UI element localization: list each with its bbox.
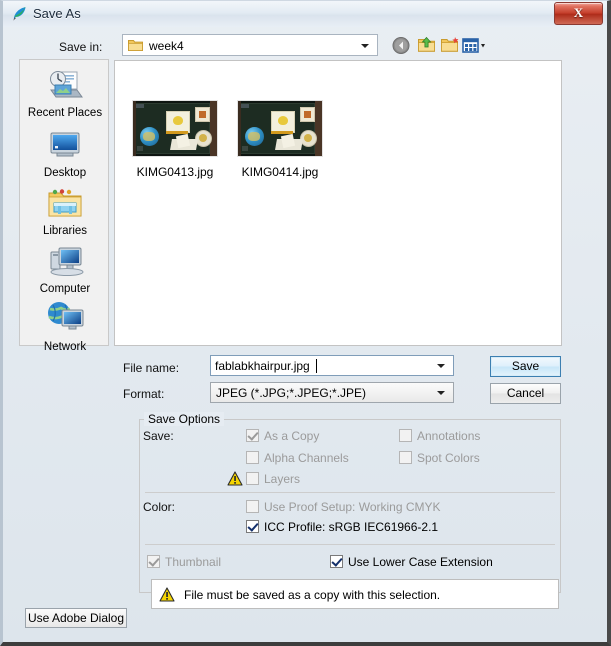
photo-thumbnail <box>237 100 323 157</box>
place-item-recent-places[interactable]: Recent Places <box>20 66 110 120</box>
checkbox-use-lower-case-extension[interactable]: Use Lower Case Extension <box>330 555 493 569</box>
checkbox-label: Thumbnail <box>165 555 222 569</box>
place-item-libraries[interactable]: Libraries <box>20 184 110 238</box>
back-button[interactable] <box>392 36 412 55</box>
photoshop-feather-icon <box>11 5 29 23</box>
use-adobe-dialog-button[interactable]: Use Adobe Dialog <box>25 608 127 628</box>
place-item-computer[interactable]: Computer <box>20 242 110 296</box>
save-button[interactable]: Save <box>490 356 561 377</box>
window-title: Save As <box>33 6 81 21</box>
checkbox-box[interactable] <box>147 555 160 568</box>
close-icon: X <box>573 5 584 20</box>
format-value: JPEG (*.JPG;*.JPEG;*.JPE) <box>216 386 367 400</box>
divider <box>145 544 555 545</box>
checkbox-alpha-channels[interactable]: Alpha Channels <box>246 451 349 465</box>
file-item[interactable]: KIMG0414.jpg <box>228 100 332 179</box>
checkbox-box[interactable] <box>246 429 259 442</box>
checkbox-label: Spot Colors <box>417 451 480 465</box>
save-in-value: week4 <box>149 39 184 53</box>
views-button[interactable] <box>462 36 492 55</box>
checkbox-annotations[interactable]: Annotations <box>399 429 480 443</box>
color-label: Color: <box>143 500 176 514</box>
up-one-level-button[interactable] <box>417 36 437 55</box>
checkbox-label: Use Lower Case Extension <box>348 555 493 569</box>
file-list-panel[interactable]: KIMG0413.jpg KIMG0414.jpg <box>114 60 562 346</box>
format-label: Format: <box>123 387 165 401</box>
warning-message-box: File must be saved as a copy with this s… <box>151 579 559 609</box>
create-new-folder-button[interactable] <box>440 36 460 55</box>
file-item[interactable]: KIMG0413.jpg <box>123 100 227 179</box>
checkbox-label: Layers <box>264 472 301 486</box>
checkbox-use-proof-setup[interactable]: Use Proof Setup: Working CMYK <box>246 500 441 514</box>
desktop-icon <box>43 126 87 166</box>
checkbox-box[interactable] <box>246 472 259 485</box>
save-in-label: Save in: <box>59 40 103 54</box>
checkbox-icc-profile[interactable]: ICC Profile: sRGB IEC61966-2.1 <box>246 520 438 534</box>
chevron-down-icon[interactable] <box>437 391 445 395</box>
save-as-dialog-window: Save As X Save in: week4 Recent Places D… <box>0 0 611 646</box>
checkbox-label: ICC Profile: sRGB IEC61966-2.1 <box>264 520 439 534</box>
place-item-desktop[interactable]: Desktop <box>20 126 110 180</box>
network-icon <box>43 300 87 340</box>
checkbox-box[interactable] <box>330 555 343 568</box>
checkbox-spot-colors[interactable]: Spot Colors <box>399 451 480 465</box>
file-name-label: File name: <box>123 361 180 375</box>
file-name-value: fablabkhairpur.jpg <box>215 359 310 373</box>
checkbox-thumbnail[interactable]: Thumbnail <box>147 555 221 569</box>
title-bar: Save As X <box>3 1 607 27</box>
text-caret <box>316 359 317 373</box>
places-bar: Recent Places Desktop Libraries Computer… <box>19 59 110 353</box>
chevron-down-icon[interactable] <box>361 44 369 48</box>
checkbox-label: Use Proof Setup: Working CMYK <box>264 500 441 514</box>
place-label: Recent Places <box>27 107 103 119</box>
place-label: Desktop <box>43 167 87 179</box>
folder-icon <box>128 39 143 52</box>
checkbox-label: Alpha Channels <box>264 451 349 465</box>
checkbox-as-a-copy[interactable]: As a Copy <box>246 429 319 443</box>
file-name-input[interactable]: fablabkhairpur.jpg <box>210 355 454 376</box>
warning-triangle-icon <box>227 471 243 486</box>
save-in-combobox[interactable]: week4 <box>122 34 378 56</box>
photo-thumbnail <box>132 100 218 157</box>
place-label: Libraries <box>42 225 88 237</box>
checkbox-box[interactable] <box>246 520 259 533</box>
warning-triangle-icon <box>159 587 175 602</box>
checkbox-layers[interactable]: Layers <box>246 472 300 486</box>
chevron-down-icon[interactable] <box>437 364 445 368</box>
recent-places-icon <box>43 66 87 106</box>
close-button[interactable]: X <box>554 2 603 25</box>
checkbox-box[interactable] <box>246 500 259 513</box>
checkbox-label: As a Copy <box>264 429 320 443</box>
computer-icon <box>43 242 87 282</box>
format-select[interactable]: JPEG (*.JPG;*.JPEG;*.JPE) <box>210 382 454 403</box>
place-item-network[interactable]: Network <box>20 300 110 354</box>
place-label: Network <box>43 341 87 353</box>
libraries-icon <box>43 184 87 224</box>
divider <box>145 492 555 493</box>
checkbox-box[interactable] <box>399 451 412 464</box>
checkbox-label: Annotations <box>417 429 481 443</box>
save-label: Save: <box>143 429 174 443</box>
checkbox-box[interactable] <box>246 451 259 464</box>
file-name-label: KIMG0414.jpg <box>241 165 319 179</box>
place-label: Computer <box>39 283 91 295</box>
file-name-label: KIMG0413.jpg <box>136 165 214 179</box>
cancel-button[interactable]: Cancel <box>490 383 561 404</box>
checkbox-box[interactable] <box>399 429 412 442</box>
warning-message-text: File must be saved as a copy with this s… <box>184 588 441 602</box>
save-options-title: Save Options <box>144 412 225 426</box>
